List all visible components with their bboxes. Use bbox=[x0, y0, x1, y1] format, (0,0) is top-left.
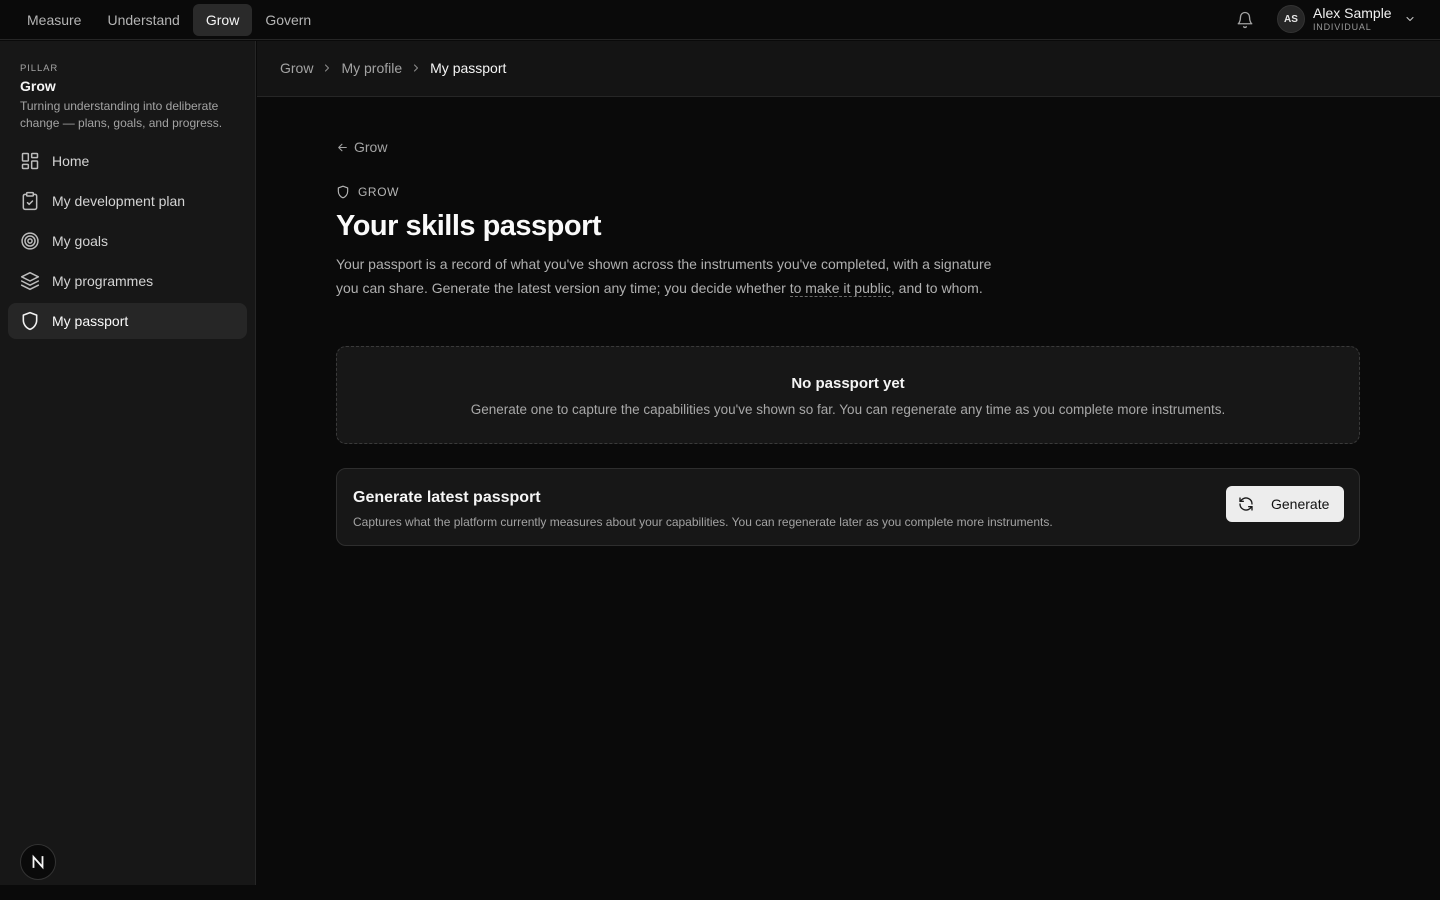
tab-grow[interactable]: Grow bbox=[192, 4, 253, 36]
back-link-label: Grow bbox=[354, 139, 388, 155]
pillar-title: Grow bbox=[20, 78, 56, 94]
target-icon bbox=[21, 232, 39, 250]
sidebar: PILLAR Grow Turning understanding into d… bbox=[0, 41, 256, 885]
empty-state-title: No passport yet bbox=[791, 375, 905, 392]
app-logo[interactable] bbox=[20, 844, 56, 880]
page-description-text-end: , and to whom. bbox=[890, 279, 983, 296]
sidebar-item-label: My passport bbox=[52, 313, 129, 329]
pillar-kicker: PILLAR bbox=[20, 63, 59, 74]
arrow-left-icon bbox=[338, 143, 347, 151]
generate-card: Generate latest passport Captures what t… bbox=[336, 468, 1360, 546]
sidebar-item-label: Home bbox=[52, 153, 90, 169]
grid-icon bbox=[21, 152, 39, 170]
bell-icon[interactable] bbox=[1236, 11, 1254, 29]
top-bar: Measure Understand Grow Govern AS Alex S… bbox=[0, 0, 1440, 40]
user-menu[interactable]: AS Alex Sample INDIVIDUAL bbox=[1277, 5, 1416, 33]
refresh-icon bbox=[1239, 497, 1253, 511]
page-description: Your passport is a record of what you've… bbox=[336, 253, 1016, 300]
page-title: Your skills passport bbox=[336, 210, 602, 242]
user-role: INDIVIDUAL bbox=[1313, 22, 1372, 32]
chevron-right-icon bbox=[414, 64, 419, 72]
breadcrumb-bar: Grow My profile My passport bbox=[257, 41, 1440, 97]
sidebar-item-programmes[interactable]: My programmes bbox=[8, 263, 247, 299]
empty-state-card: No passport yet Generate one to capture … bbox=[336, 346, 1360, 444]
tab-measure[interactable]: Measure bbox=[14, 4, 94, 36]
make-public-link[interactable]: to make it public bbox=[789, 279, 891, 297]
pillar-description: Turning understanding into deliberate ch… bbox=[20, 99, 223, 130]
sidebar-nav: Home My development plan My goals My pro… bbox=[8, 143, 247, 343]
logo-n-icon bbox=[32, 854, 44, 870]
avatar: AS bbox=[1277, 5, 1305, 33]
shield-icon bbox=[337, 185, 349, 199]
sidebar-item-home[interactable]: Home bbox=[8, 143, 247, 179]
back-link[interactable]: Grow bbox=[336, 139, 387, 155]
sidebar-item-label: My development plan bbox=[52, 193, 186, 209]
sidebar-item-goals[interactable]: My goals bbox=[8, 223, 247, 259]
generate-button-label: Generate bbox=[1271, 496, 1330, 512]
sidebar-item-development-plan[interactable]: My development plan bbox=[8, 183, 247, 219]
generate-button[interactable]: Generate bbox=[1226, 486, 1344, 522]
tab-understand[interactable]: Understand bbox=[94, 4, 192, 36]
chevron-right-icon bbox=[325, 64, 330, 72]
empty-state-description: Generate one to capture the capabilities… bbox=[470, 402, 1226, 417]
section-kicker: GROW bbox=[336, 185, 399, 199]
sidebar-item-passport[interactable]: My passport bbox=[8, 303, 247, 339]
layers-icon bbox=[20, 271, 40, 291]
breadcrumb-item-grow[interactable]: Grow bbox=[280, 60, 313, 76]
section-kicker-label: GROW bbox=[358, 185, 400, 199]
clipboard-check-icon bbox=[22, 191, 38, 211]
chevron-down-icon bbox=[1406, 16, 1414, 22]
tab-govern[interactable]: Govern bbox=[252, 4, 324, 36]
generate-card-title: Generate latest passport bbox=[353, 489, 541, 506]
sidebar-item-label: My programmes bbox=[52, 273, 154, 289]
shield-icon bbox=[22, 311, 38, 331]
user-name: Alex Sample bbox=[1313, 5, 1392, 21]
breadcrumb-item-current: My passport bbox=[430, 60, 507, 76]
generate-card-description: Captures what the platform currently mea… bbox=[353, 515, 1053, 529]
bottom-strip bbox=[0, 885, 1440, 900]
breadcrumb: Grow My profile My passport bbox=[280, 60, 506, 76]
sidebar-item-label: My goals bbox=[52, 233, 109, 249]
pillar-tabs: Measure Understand Grow Govern bbox=[14, 4, 324, 36]
breadcrumb-item-my-profile[interactable]: My profile bbox=[341, 60, 402, 76]
